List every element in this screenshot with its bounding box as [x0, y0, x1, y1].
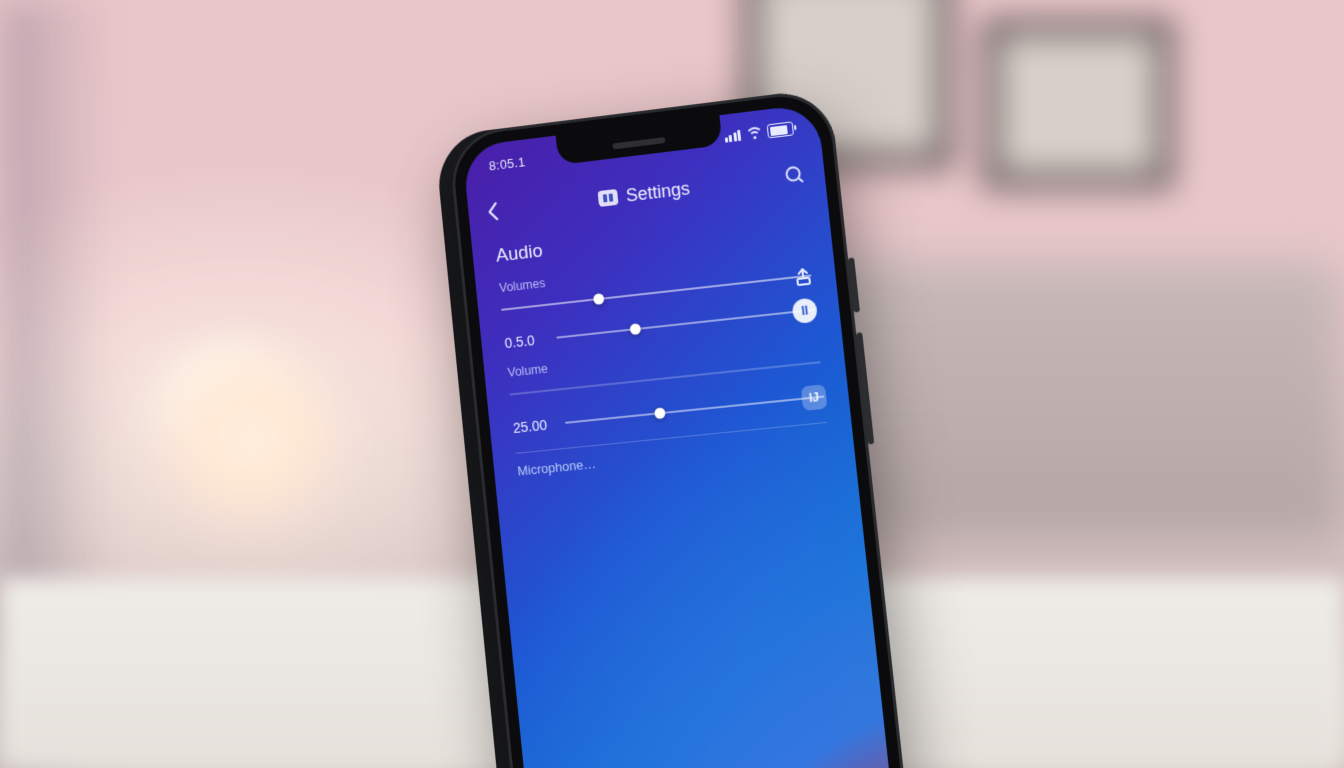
photo-scene: 8:05.1 Settings	[0, 0, 1344, 768]
back-button[interactable]	[485, 199, 508, 223]
slider-value: 25.00	[512, 416, 552, 436]
action-chip[interactable]: IJ	[801, 384, 828, 411]
page-title: Settings	[625, 178, 691, 206]
slider-value: 0.5.0	[504, 331, 544, 351]
status-time: 8:05.1	[488, 154, 526, 173]
pause-icon[interactable]: II	[791, 297, 818, 324]
share-icon[interactable]	[792, 265, 814, 287]
cellular-icon	[724, 129, 741, 142]
controller-icon	[598, 189, 619, 207]
phone-screen: 8:05.1 Settings	[462, 103, 902, 768]
wifi-icon	[746, 126, 762, 140]
search-icon[interactable]	[783, 164, 805, 186]
settings-content: Audio Volumes	[495, 210, 830, 478]
battery-icon	[767, 121, 794, 138]
lamp-glow	[140, 330, 360, 550]
